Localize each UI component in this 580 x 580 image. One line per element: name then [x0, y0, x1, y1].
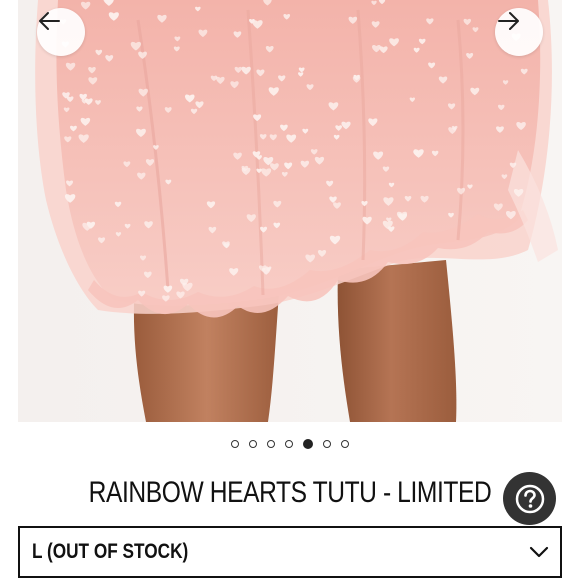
gallery-dot[interactable] — [249, 440, 257, 448]
arrow-left-icon — [39, 12, 60, 30]
gallery-dot[interactable] — [231, 440, 239, 448]
chevron-down-icon — [529, 546, 549, 558]
gallery-pagination — [0, 437, 580, 451]
arrow-right-icon — [498, 12, 519, 30]
next-image-button[interactable] — [495, 8, 543, 56]
tutu-photo — [18, 0, 562, 422]
product-image[interactable] — [18, 0, 562, 422]
size-select[interactable]: L (OUT OF STOCK) — [18, 526, 562, 578]
gallery-dot[interactable] — [341, 440, 349, 448]
gallery-dot[interactable] — [285, 440, 293, 448]
size-select-value: L (OUT OF STOCK) — [32, 540, 189, 563]
gallery-dot[interactable] — [303, 439, 313, 449]
help-question-icon — [515, 484, 544, 513]
help-button[interactable] — [503, 472, 556, 525]
gallery-dot[interactable] — [267, 440, 275, 448]
prev-image-button[interactable] — [37, 8, 85, 56]
gallery-dot[interactable] — [323, 440, 331, 448]
product-title: RAINBOW HEARTS TUTU - LIMITED — [88, 476, 492, 509]
